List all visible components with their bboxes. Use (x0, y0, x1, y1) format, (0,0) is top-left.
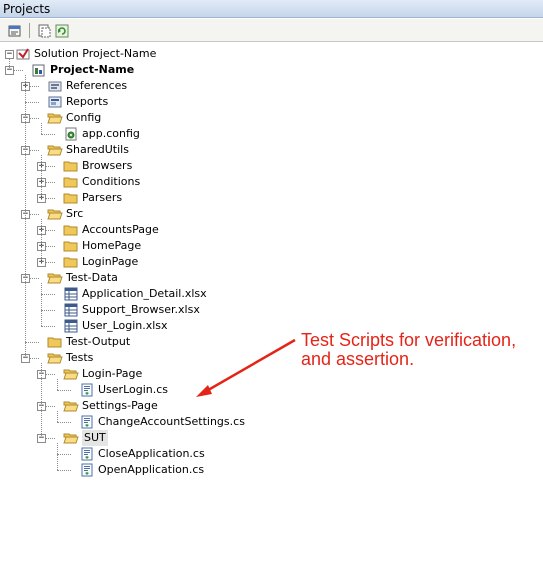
annotation-arrow-icon (196, 338, 296, 397)
